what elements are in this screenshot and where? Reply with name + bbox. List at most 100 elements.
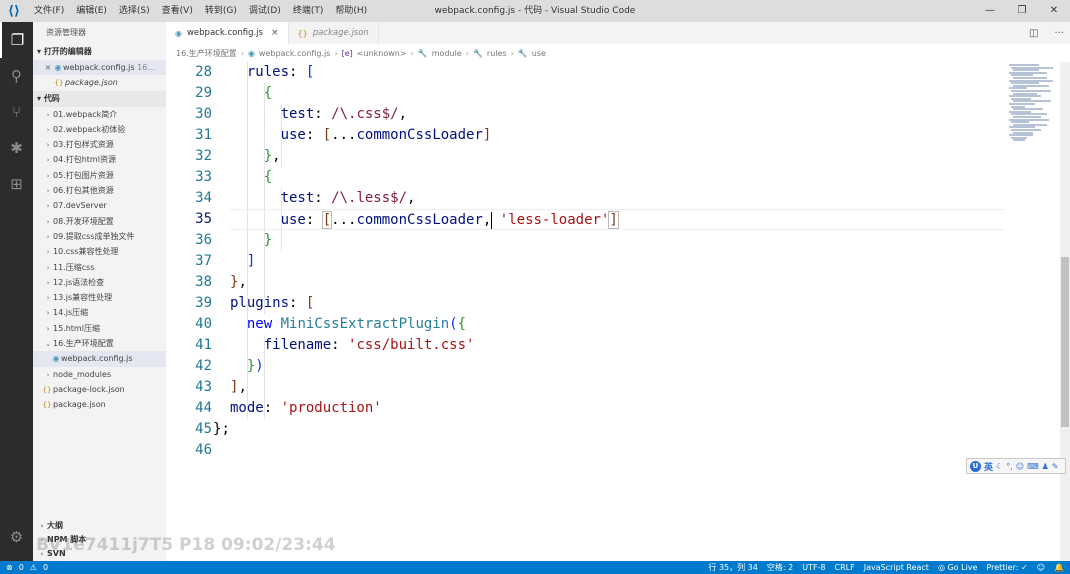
errors-count[interactable]: 0	[19, 563, 24, 572]
breadcrumb-file[interactable]: webpack.config.js	[259, 49, 331, 58]
user-icon[interactable]: ♟	[1042, 462, 1049, 471]
sidebar-folder-item[interactable]: ⌄ 16.生产环境配置	[33, 336, 166, 351]
vertical-scrollbar[interactable]	[1060, 62, 1070, 561]
chevron-down-icon: ▾	[37, 47, 44, 56]
file-webpack-config[interactable]: ◉ webpack.config.js	[33, 351, 166, 367]
feedback-icon[interactable]: ☺	[1037, 563, 1045, 572]
menu-help[interactable]: 帮助(H)	[329, 0, 373, 22]
sidebar-folder-item[interactable]: › 06.打包其他资源	[33, 183, 166, 198]
menu-terminal[interactable]: 终端(T)	[287, 0, 330, 22]
encoding[interactable]: UTF-8	[802, 563, 825, 572]
sidebar-folder-item[interactable]: › 03.打包样式资源	[33, 137, 166, 152]
js-file-icon: ◉	[247, 48, 255, 58]
language-mode[interactable]: JavaScript React	[864, 563, 929, 572]
settings-gear-icon[interactable]: ⚙	[0, 519, 33, 555]
breadcrumb-module[interactable]: module	[432, 49, 462, 58]
split-editor-icon[interactable]: ◫	[1029, 28, 1038, 39]
line-number: 30	[195, 106, 212, 122]
tab-bar: ◉ webpack.config.js × {} package.json ◫ …	[166, 22, 1070, 44]
extensions-icon[interactable]: ⊞	[0, 166, 33, 202]
code-content[interactable]: rules: [ { test: /\.css$/, use: [...comm…	[213, 62, 1005, 461]
sidebar-folder-item[interactable]: › 02.webpack初体验	[33, 122, 166, 137]
sidebar-folder-item[interactable]: › 12.js语法检查	[33, 275, 166, 290]
close-icon[interactable]: ×	[43, 60, 53, 75]
line-number-gutter: 28 29 30 31 32 33 34 35 36 37 38 39 40 41 42 43 44 45 46	[166, 62, 216, 461]
sidebar-folder-item[interactable]: › 13.js兼容性处理	[33, 290, 166, 305]
sidebar-folder-item[interactable]: › 10.css兼容性处理	[33, 244, 166, 259]
notifications-bell-icon[interactable]: 🔔	[1054, 563, 1064, 572]
menu-file[interactable]: 文件(F)	[28, 0, 70, 22]
chevron-right-icon: ›	[465, 48, 469, 58]
go-live-button[interactable]: ◎ Go Live	[938, 563, 978, 572]
chevron-right-icon: ›	[46, 110, 50, 119]
prettier-status[interactable]: Prettier: ✓	[986, 563, 1027, 572]
code-line: plugins: [	[230, 295, 315, 311]
sidebar-folder-item[interactable]: › 14.js压缩	[33, 305, 166, 320]
menu-view[interactable]: 查看(V)	[156, 0, 199, 22]
sidebar-folder-item[interactable]: › 08.开发环境配置	[33, 214, 166, 229]
close-window-icon[interactable]: ✕	[1038, 0, 1070, 22]
open-editor-package-json[interactable]: {} package.json	[33, 75, 166, 90]
more-actions-icon[interactable]: ···	[1054, 28, 1064, 39]
chevron-right-icon: ›	[240, 48, 244, 58]
sidebar-folder-item[interactable]: › 07.devServer	[33, 198, 166, 213]
breadcrumb-folder[interactable]: 16.生产环境配置	[176, 48, 237, 59]
breadcrumb-use[interactable]: use	[532, 49, 546, 58]
restore-icon[interactable]: ❐	[1006, 0, 1038, 22]
folder-node-modules[interactable]: › node_modules	[33, 367, 166, 382]
menu-debug[interactable]: 调试(D)	[243, 0, 287, 22]
wrench-icon: 🔧	[417, 48, 428, 58]
ime-toolbar[interactable]: U 英 ☾ °, ☺ ⌨ ♟ ✎	[966, 458, 1066, 474]
activity-bar: ❐ ⚲ ⑂ ✱ ⊞ ⚙	[0, 22, 33, 561]
folder-header[interactable]: ▾ 代码	[33, 90, 166, 107]
code-line: new MiniCssExtractPlugin({	[246, 316, 467, 332]
sidebar-folder-item[interactable]: › 01.webpack简介	[33, 107, 166, 122]
moon-icon[interactable]: ☾	[996, 462, 1003, 471]
minimize-icon[interactable]: —	[974, 0, 1006, 22]
title-bar: ⟨⟩ 文件(F) 编辑(E) 选择(S) 查看(V) 转到(G) 调试(D) 终…	[0, 0, 1070, 22]
search-icon[interactable]: ⚲	[0, 58, 33, 94]
close-icon[interactable]: ×	[271, 28, 279, 38]
tab-webpack-config[interactable]: ◉ webpack.config.js ×	[166, 22, 289, 44]
line-ending[interactable]: CRLF	[835, 563, 855, 572]
sidebar-folder-item[interactable]: › 09.提取css成单独文件	[33, 229, 166, 244]
tab-package-json[interactable]: {} package.json	[289, 22, 379, 44]
line-number: 44	[195, 400, 212, 416]
ime-language-toggle[interactable]: 英	[984, 460, 993, 473]
source-control-icon[interactable]: ⑂	[0, 94, 33, 130]
punctuation-icon[interactable]: °,	[1006, 462, 1013, 471]
text-cursor	[490, 211, 492, 229]
open-editors-header[interactable]: ▾ 打开的编辑器	[33, 44, 166, 60]
minimap[interactable]	[1005, 62, 1060, 561]
menu-go[interactable]: 转到(G)	[199, 0, 243, 22]
errors-icon[interactable]: ⊗	[6, 563, 13, 572]
sidebar-folder-item[interactable]: › 11.压缩css	[33, 260, 166, 275]
scrollbar-thumb[interactable]	[1061, 257, 1069, 427]
keyboard-icon[interactable]: ⌨	[1027, 462, 1039, 471]
warnings-count[interactable]: 0	[43, 563, 48, 572]
sidebar-folder-item[interactable]: › 04.打包html资源	[33, 152, 166, 167]
debug-icon[interactable]: ✱	[0, 130, 33, 166]
wrench-icon[interactable]: ✎	[1052, 462, 1059, 471]
warnings-icon[interactable]: ⚠	[30, 563, 37, 572]
breadcrumb-rules[interactable]: rules	[487, 49, 507, 58]
file-package-lock-json[interactable]: {} package-lock.json	[33, 382, 166, 397]
outline-section[interactable]: › 大纲	[33, 519, 166, 533]
code-line: }	[263, 232, 273, 248]
cursor-position[interactable]: 行 35，列 34	[708, 562, 757, 573]
menu-selection[interactable]: 选择(S)	[113, 0, 156, 22]
breadcrumb-unknown[interactable]: <unknown>	[357, 49, 407, 58]
line-number: 33	[195, 169, 212, 185]
sidebar-folder-item[interactable]: › 05.打包图片资源	[33, 168, 166, 183]
menu-edit[interactable]: 编辑(E)	[70, 0, 113, 22]
minimap-line	[1013, 139, 1025, 142]
code-line: {	[263, 85, 273, 101]
code-editor[interactable]: 28 29 30 31 32 33 34 35 36 37 38 39 40 41 42 43 44 45 46 r…	[166, 62, 1005, 561]
sidebar-folder-item[interactable]: › 15.html压缩	[33, 321, 166, 336]
indentation[interactable]: 空格: 2	[767, 562, 793, 573]
file-package-json[interactable]: {} package.json	[33, 397, 166, 412]
emoji-icon[interactable]: ☺	[1016, 462, 1024, 471]
open-editor-webpack-config[interactable]: × ◉ webpack.config.js 16...	[33, 60, 166, 76]
chevron-right-icon: ›	[410, 48, 414, 58]
explorer-icon[interactable]: ❐	[0, 22, 33, 58]
